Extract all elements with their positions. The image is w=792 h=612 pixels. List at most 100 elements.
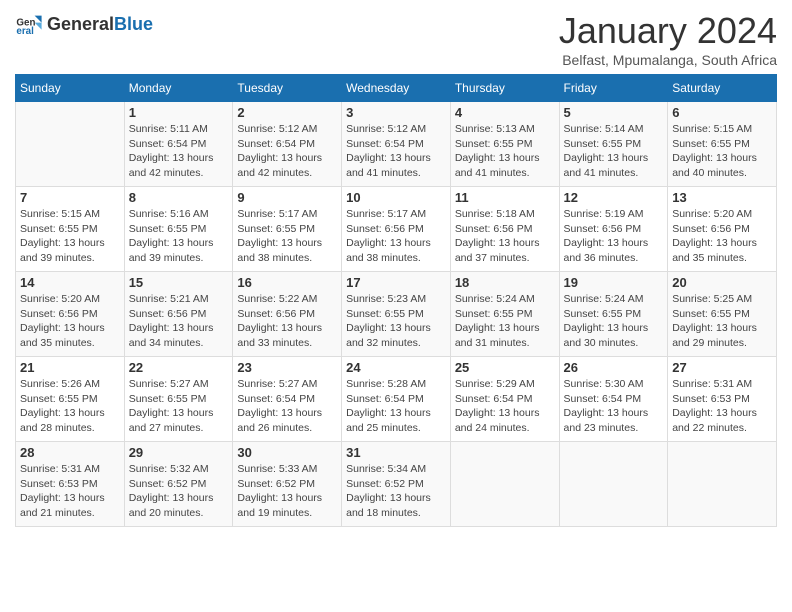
cell-info: Sunrise: 5:15 AM Sunset: 6:55 PM Dayligh… xyxy=(20,207,120,266)
day-number: 26 xyxy=(564,360,664,375)
day-header-tuesday: Tuesday xyxy=(233,75,342,102)
cell-info: Sunrise: 5:27 AM Sunset: 6:54 PM Dayligh… xyxy=(237,377,337,436)
day-number: 25 xyxy=(455,360,555,375)
cell-info: Sunrise: 5:22 AM Sunset: 6:56 PM Dayligh… xyxy=(237,292,337,351)
day-header-monday: Monday xyxy=(124,75,233,102)
cell-info: Sunrise: 5:13 AM Sunset: 6:55 PM Dayligh… xyxy=(455,122,555,181)
cell-info: Sunrise: 5:11 AM Sunset: 6:54 PM Dayligh… xyxy=(129,122,229,181)
day-number: 24 xyxy=(346,360,446,375)
day-number: 15 xyxy=(129,275,229,290)
calendar-cell: 3Sunrise: 5:12 AM Sunset: 6:54 PM Daylig… xyxy=(342,102,451,187)
cell-info: Sunrise: 5:30 AM Sunset: 6:54 PM Dayligh… xyxy=(564,377,664,436)
cell-info: Sunrise: 5:20 AM Sunset: 6:56 PM Dayligh… xyxy=(20,292,120,351)
week-row-5: 28 Sunrise: 5:31 AM Sunset: 6:53 PM Dayli… xyxy=(16,442,777,527)
cell-info: Sunrise: 5:24 AM Sunset: 6:55 PM Dayligh… xyxy=(564,292,664,351)
day-number: 28 xyxy=(20,445,120,460)
cell-info: Sunrise: 5:12 AM Sunset: 6:54 PM Dayligh… xyxy=(237,122,337,181)
cell-info: Sunrise: 5:18 AM Sunset: 6:56 PM Dayligh… xyxy=(455,207,555,266)
cell-info: Sunrise: 5:34 AM Sunset: 6:52 PM Dayligh… xyxy=(346,462,446,521)
header: Gen eral GeneralBlue January 2024 Belfas… xyxy=(15,10,777,68)
calendar-cell: 25 Sunrise: 5:29 AM Sunset: 6:54 PM Dayli… xyxy=(450,357,559,442)
calendar-cell xyxy=(668,442,777,527)
cell-info: Sunrise: 5:16 AM Sunset: 6:55 PM Dayligh… xyxy=(129,207,229,266)
calendar-cell: 15 Sunrise: 5:21 AM Sunset: 6:56 PM Dayli… xyxy=(124,272,233,357)
cell-info: Sunrise: 5:14 AM Sunset: 6:55 PM Dayligh… xyxy=(564,122,664,181)
day-number: 5 xyxy=(564,105,664,120)
day-number: 29 xyxy=(129,445,229,460)
subtitle: Belfast, Mpumalanga, South Africa xyxy=(559,52,777,68)
cell-info: Sunrise: 5:24 AM Sunset: 6:55 PM Dayligh… xyxy=(455,292,555,351)
day-header-friday: Friday xyxy=(559,75,668,102)
cell-info: Sunrise: 5:15 AM Sunset: 6:55 PM Dayligh… xyxy=(672,122,772,181)
day-number: 2 xyxy=(237,105,337,120)
month-title: January 2024 xyxy=(559,10,777,52)
logo-blue: Blue xyxy=(114,14,153,34)
day-number: 14 xyxy=(20,275,120,290)
calendar-cell: 22Sunrise: 5:27 AM Sunset: 6:55 PM Dayli… xyxy=(124,357,233,442)
calendar-cell: 2 Sunrise: 5:12 AM Sunset: 6:54 PM Daylig… xyxy=(233,102,342,187)
day-number: 3 xyxy=(346,105,446,120)
calendar-cell: 6 Sunrise: 5:15 AM Sunset: 6:55 PM Daylig… xyxy=(668,102,777,187)
calendar-cell: 28 Sunrise: 5:31 AM Sunset: 6:53 PM Dayli… xyxy=(16,442,125,527)
cell-info: Sunrise: 5:21 AM Sunset: 6:56 PM Dayligh… xyxy=(129,292,229,351)
calendar-cell: 1Sunrise: 5:11 AM Sunset: 6:54 PM Daylig… xyxy=(124,102,233,187)
calendar-cell: 29 Sunrise: 5:32 AM Sunset: 6:52 PM Dayli… xyxy=(124,442,233,527)
week-row-3: 14 Sunrise: 5:20 AM Sunset: 6:56 PM Dayli… xyxy=(16,272,777,357)
day-number: 21 xyxy=(20,360,120,375)
title-area: January 2024 Belfast, Mpumalanga, South … xyxy=(559,10,777,68)
calendar-cell: 16 Sunrise: 5:22 AM Sunset: 6:56 PM Dayli… xyxy=(233,272,342,357)
calendar-cell xyxy=(450,442,559,527)
cell-info: Sunrise: 5:33 AM Sunset: 6:52 PM Dayligh… xyxy=(237,462,337,521)
calendar-cell: 20Sunrise: 5:25 AM Sunset: 6:55 PM Dayli… xyxy=(668,272,777,357)
header-row: SundayMondayTuesdayWednesdayThursdayFrid… xyxy=(16,75,777,102)
calendar-cell: 14 Sunrise: 5:20 AM Sunset: 6:56 PM Dayli… xyxy=(16,272,125,357)
day-number: 18 xyxy=(455,275,555,290)
calendar-table: SundayMondayTuesdayWednesdayThursdayFrid… xyxy=(15,74,777,527)
day-number: 19 xyxy=(564,275,664,290)
day-number: 11 xyxy=(455,190,555,205)
calendar-cell xyxy=(16,102,125,187)
cell-info: Sunrise: 5:29 AM Sunset: 6:54 PM Dayligh… xyxy=(455,377,555,436)
day-number: 4 xyxy=(455,105,555,120)
calendar-cell: 4 Sunrise: 5:13 AM Sunset: 6:55 PM Daylig… xyxy=(450,102,559,187)
calendar-cell: 9Sunrise: 5:17 AM Sunset: 6:55 PM Daylig… xyxy=(233,187,342,272)
calendar-cell: 10Sunrise: 5:17 AM Sunset: 6:56 PM Dayli… xyxy=(342,187,451,272)
cell-info: Sunrise: 5:19 AM Sunset: 6:56 PM Dayligh… xyxy=(564,207,664,266)
calendar-cell: 12 Sunrise: 5:19 AM Sunset: 6:56 PM Dayli… xyxy=(559,187,668,272)
calendar-cell: 31 Sunrise: 5:34 AM Sunset: 6:52 PM Dayli… xyxy=(342,442,451,527)
day-number: 17 xyxy=(346,275,446,290)
cell-info: Sunrise: 5:32 AM Sunset: 6:52 PM Dayligh… xyxy=(129,462,229,521)
day-number: 13 xyxy=(672,190,772,205)
calendar-cell: 23 Sunrise: 5:27 AM Sunset: 6:54 PM Dayli… xyxy=(233,357,342,442)
day-number: 20 xyxy=(672,275,772,290)
calendar-cell: 7 Sunrise: 5:15 AM Sunset: 6:55 PM Daylig… xyxy=(16,187,125,272)
calendar-cell xyxy=(559,442,668,527)
day-number: 23 xyxy=(237,360,337,375)
logo-general: General xyxy=(47,14,114,34)
day-number: 30 xyxy=(237,445,337,460)
day-number: 16 xyxy=(237,275,337,290)
day-number: 27 xyxy=(672,360,772,375)
day-number: 31 xyxy=(346,445,446,460)
calendar-cell: 27Sunrise: 5:31 AM Sunset: 6:53 PM Dayli… xyxy=(668,357,777,442)
logo: Gen eral GeneralBlue xyxy=(15,10,153,38)
day-number: 7 xyxy=(20,190,120,205)
cell-info: Sunrise: 5:17 AM Sunset: 6:55 PM Dayligh… xyxy=(237,207,337,266)
day-header-thursday: Thursday xyxy=(450,75,559,102)
calendar-cell: 11 Sunrise: 5:18 AM Sunset: 6:56 PM Dayli… xyxy=(450,187,559,272)
calendar-cell: 18 Sunrise: 5:24 AM Sunset: 6:55 PM Dayli… xyxy=(450,272,559,357)
day-number: 12 xyxy=(564,190,664,205)
day-header-wednesday: Wednesday xyxy=(342,75,451,102)
calendar-cell: 5 Sunrise: 5:14 AM Sunset: 6:55 PM Daylig… xyxy=(559,102,668,187)
cell-info: Sunrise: 5:17 AM Sunset: 6:56 PM Dayligh… xyxy=(346,207,446,266)
calendar-cell: 13Sunrise: 5:20 AM Sunset: 6:56 PM Dayli… xyxy=(668,187,777,272)
calendar-cell: 8Sunrise: 5:16 AM Sunset: 6:55 PM Daylig… xyxy=(124,187,233,272)
cell-info: Sunrise: 5:26 AM Sunset: 6:55 PM Dayligh… xyxy=(20,377,120,436)
calendar-cell: 21 Sunrise: 5:26 AM Sunset: 6:55 PM Dayli… xyxy=(16,357,125,442)
week-row-4: 21 Sunrise: 5:26 AM Sunset: 6:55 PM Dayli… xyxy=(16,357,777,442)
week-row-1: 1Sunrise: 5:11 AM Sunset: 6:54 PM Daylig… xyxy=(16,102,777,187)
calendar-cell: 26 Sunrise: 5:30 AM Sunset: 6:54 PM Dayli… xyxy=(559,357,668,442)
logo-icon: Gen eral xyxy=(15,10,43,38)
day-number: 6 xyxy=(672,105,772,120)
cell-info: Sunrise: 5:31 AM Sunset: 6:53 PM Dayligh… xyxy=(20,462,120,521)
